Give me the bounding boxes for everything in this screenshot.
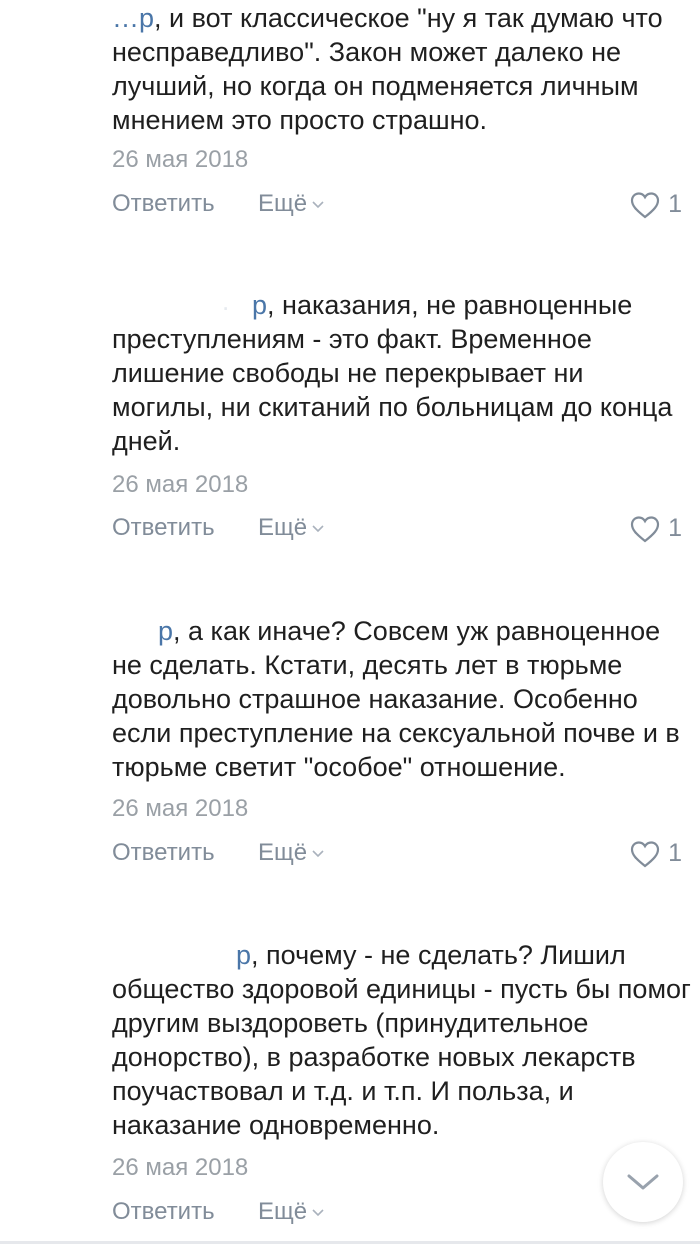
like-count: 1 (668, 514, 682, 542)
comment-actions: Ответить Ещё 1 (0, 514, 700, 548)
reply-button[interactable]: Ответить (112, 514, 215, 542)
more-button[interactable]: Ещё (258, 1198, 325, 1226)
reply-to-link[interactable]: р (252, 290, 267, 320)
more-label: Ещё (258, 1198, 308, 1225)
scroll-down-button[interactable] (603, 1142, 683, 1222)
chevron-down-icon (312, 850, 324, 858)
chevron-down-icon (312, 525, 324, 533)
like-button[interactable]: 1 (630, 514, 682, 543)
more-button[interactable]: Ещё (258, 839, 325, 867)
heart-outline-icon (630, 191, 660, 218)
comment-text: р, а как иначе? Совсем уж равноценное не… (112, 616, 680, 782)
reply-to-link[interactable]: р (236, 940, 251, 970)
heart-outline-icon (630, 515, 660, 542)
chevron-down-icon (312, 201, 324, 209)
comment-text: р, почему - не сделать? Лишил общество з… (112, 940, 691, 1140)
comment-actions: Ответить Ещё 1 (0, 839, 700, 873)
more-button[interactable]: Ещё (258, 190, 325, 218)
more-label: Ещё (258, 839, 308, 866)
reply-to-link[interactable]: р (158, 616, 173, 646)
comment-actions: Ответить Ещё (0, 1198, 700, 1232)
like-button[interactable]: 1 (630, 190, 682, 219)
like-count: 1 (668, 190, 682, 218)
reply-button[interactable]: Ответить (112, 1198, 215, 1226)
comment-date[interactable]: 26 мая 2018 (112, 471, 248, 499)
comment-date[interactable]: 26 мая 2018 (112, 795, 248, 823)
comment-text: р, наказания, не равноценные преступлени… (112, 290, 673, 456)
comment-text: …р, и вот классическое "ну я так думаю ч… (112, 3, 663, 135)
heart-outline-icon (630, 840, 660, 867)
like-button[interactable]: 1 (630, 839, 682, 868)
chevron-down-icon (627, 1174, 659, 1190)
chevron-down-icon (312, 1209, 324, 1217)
more-label: Ещё (258, 514, 308, 541)
comment-actions: Ответить Ещё 1 (0, 190, 700, 224)
comment-date[interactable]: 26 мая 2018 (112, 146, 248, 174)
more-label: Ещё (258, 190, 308, 217)
reply-button[interactable]: Ответить (112, 190, 215, 218)
comment-date[interactable]: 26 мая 2018 (112, 1154, 248, 1182)
reply-to-link[interactable]: …р (112, 3, 154, 33)
like-count: 1 (668, 839, 682, 867)
more-button[interactable]: Ещё (258, 514, 325, 542)
reply-button[interactable]: Ответить (112, 839, 215, 867)
